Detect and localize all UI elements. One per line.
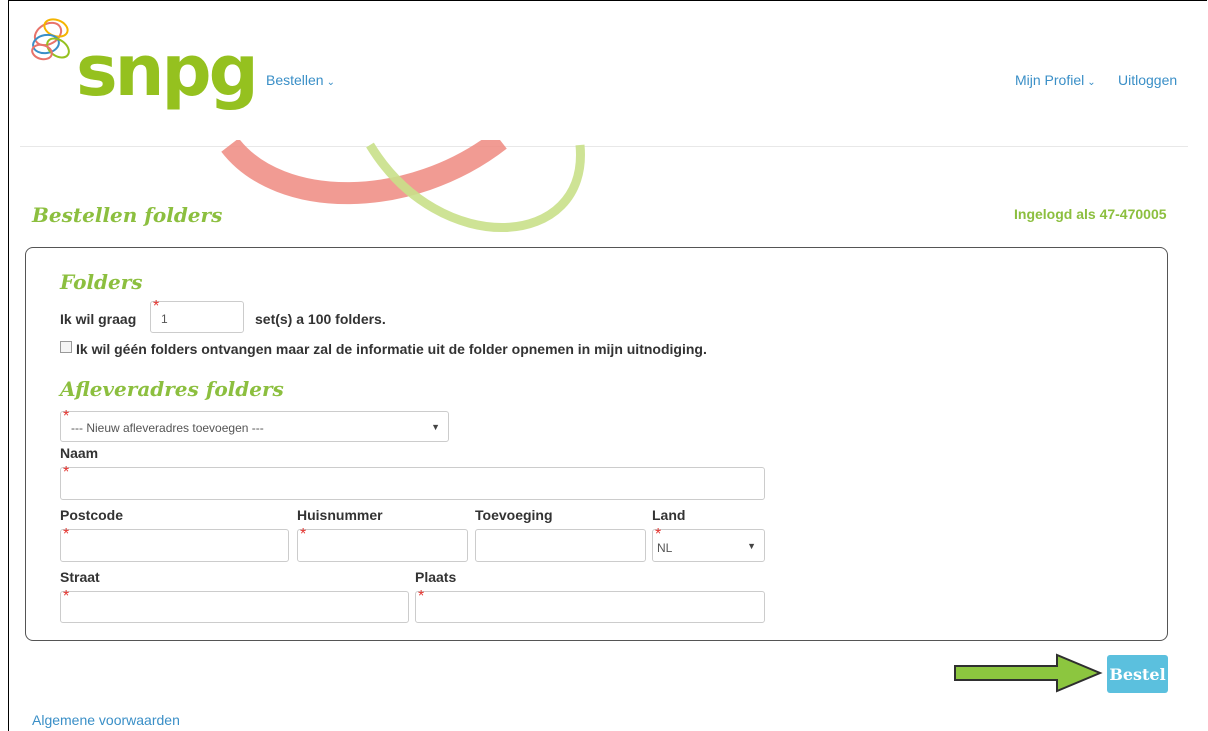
nav-bestellen[interactable]: Bestellen ⌄: [266, 72, 335, 88]
naam-input[interactable]: *: [60, 464, 765, 500]
no-folders-label[interactable]: Ik wil géén folders ontvangen maar zal d…: [76, 341, 707, 357]
postcode-input[interactable]: *: [60, 526, 289, 562]
dropdown-arrow-icon: ▼: [431, 422, 440, 432]
required-marker: *: [63, 408, 70, 425]
quantity-input[interactable]: * 1: [150, 298, 244, 333]
chevron-down-icon: ⌄: [326, 77, 335, 88]
login-status: Ingelogd als 47-470005: [1014, 206, 1167, 222]
land-select-value: NL: [657, 541, 673, 555]
address-select[interactable]: * --- Nieuw afleveradres toevoegen --- ▼: [60, 408, 449, 442]
required-marker: *: [418, 588, 425, 605]
bestel-button[interactable]: Bestel: [1107, 655, 1168, 693]
required-marker: *: [300, 526, 307, 543]
required-marker: *: [63, 588, 70, 605]
postcode-label: Postcode: [60, 507, 124, 523]
nav-mijn-profiel-label: Mijn Profiel: [1015, 72, 1085, 88]
quantity-value: 1: [161, 312, 168, 326]
toevoeging-input[interactable]: [475, 529, 646, 562]
required-marker: *: [63, 464, 70, 481]
nav-uitloggen[interactable]: Uitloggen: [1118, 72, 1177, 88]
address-heading: Afleveradres folders: [60, 377, 284, 401]
plaats-input[interactable]: *: [415, 588, 765, 623]
decorative-swoosh: [221, 140, 585, 232]
dropdown-arrow-icon: ▼: [747, 541, 756, 551]
logo-wordmark: snpg: [76, 30, 259, 112]
folders-heading: Folders: [60, 270, 143, 294]
required-marker: *: [63, 526, 70, 543]
straat-label: Straat: [60, 569, 100, 585]
algemene-voorwaarden-link[interactable]: Algemene voorwaarden: [32, 712, 180, 728]
nav-mijn-profiel[interactable]: Mijn Profiel ⌄: [1015, 72, 1096, 88]
land-select[interactable]: * NL ▼: [652, 527, 765, 562]
huisnummer-label: Huisnummer: [297, 507, 383, 523]
want-label: Ik wil graag: [60, 311, 137, 327]
toevoeging-label: Toevoeging: [475, 507, 553, 523]
page-title: Bestellen folders: [32, 203, 223, 227]
plaats-label: Plaats: [415, 569, 457, 585]
green-arrow-icon: [954, 653, 1103, 693]
naam-label: Naam: [60, 445, 99, 461]
huisnummer-input[interactable]: *: [297, 526, 468, 562]
sets-label: set(s) a 100 folders.: [255, 311, 386, 327]
required-marker: *: [153, 298, 160, 315]
nav-bestellen-label: Bestellen: [266, 72, 324, 88]
straat-input[interactable]: *: [60, 588, 409, 623]
chevron-down-icon: ⌄: [1087, 77, 1096, 88]
land-label: Land: [652, 507, 686, 523]
logo[interactable]: snpg: [28, 14, 259, 124]
address-select-value: --- Nieuw afleveradres toevoegen ---: [71, 421, 264, 435]
no-folders-checkbox[interactable]: [60, 341, 72, 353]
